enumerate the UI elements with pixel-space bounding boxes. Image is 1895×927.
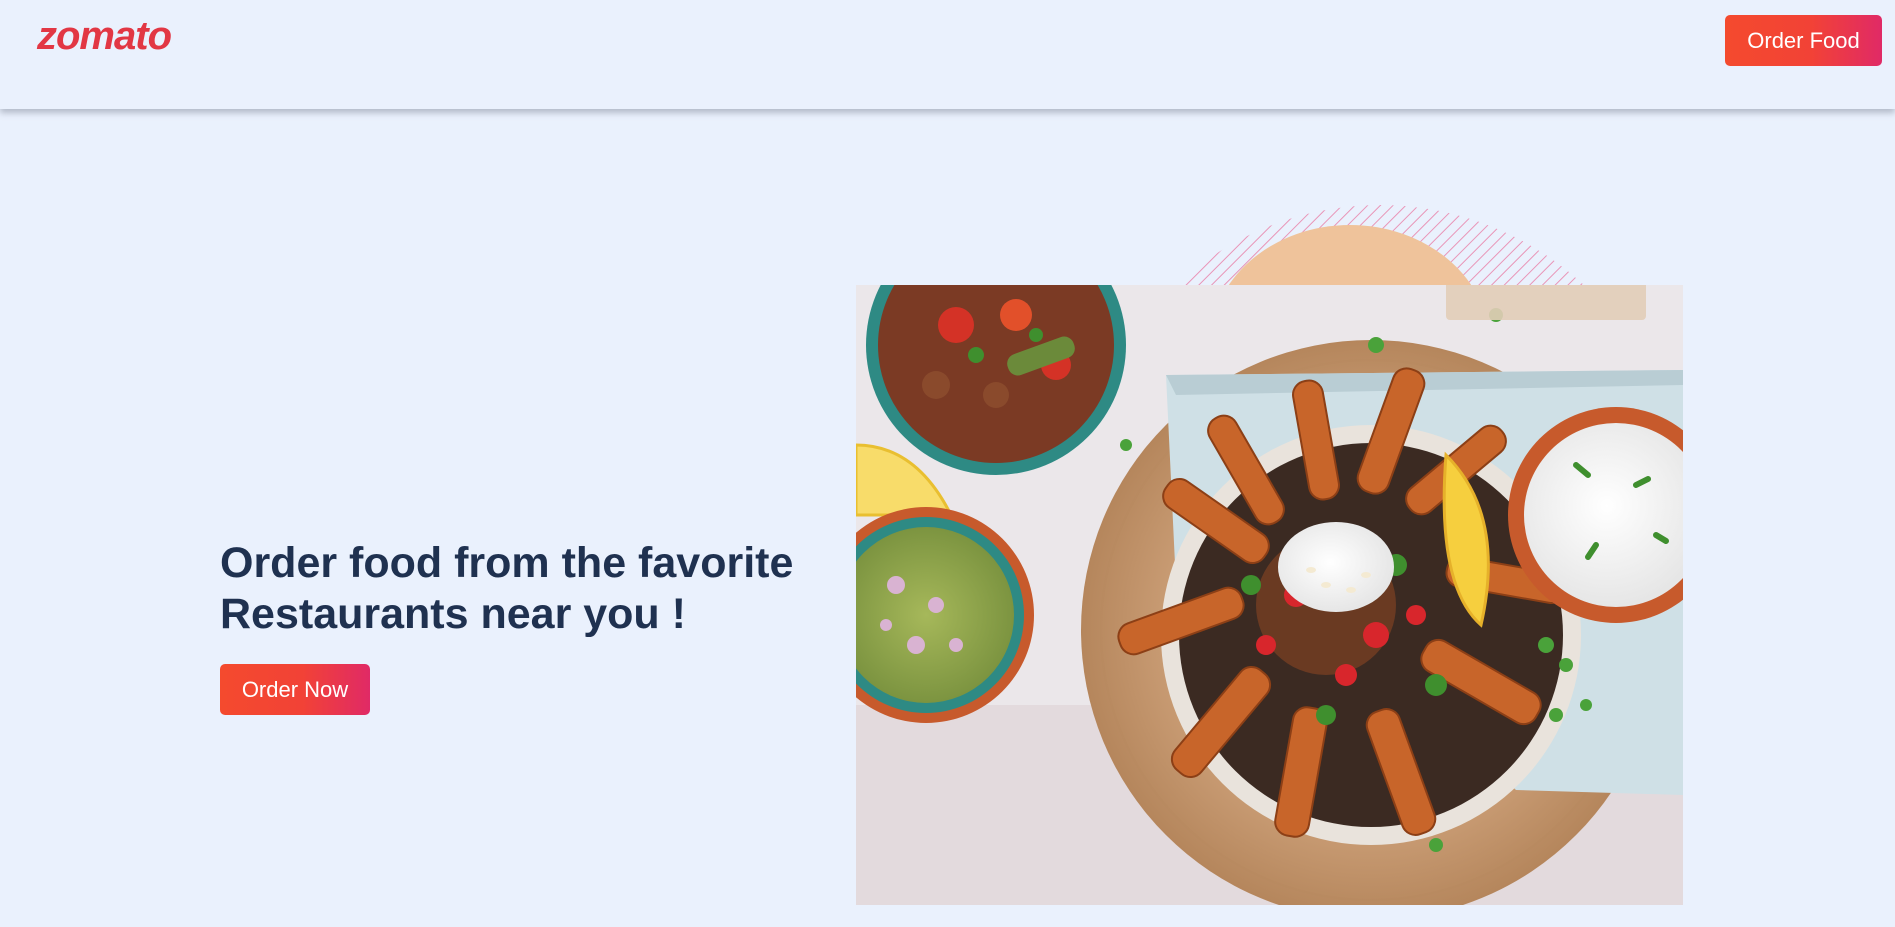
- food-photo: [856, 285, 1683, 905]
- zomato-logo[interactable]: zomato: [37, 14, 172, 59]
- order-food-button[interactable]: Order Food: [1725, 15, 1882, 66]
- hero-title: Order food from the favorite Restaurants…: [220, 538, 860, 640]
- food-photo-illustration: [856, 285, 1683, 905]
- hero-title-line-1: Order food from the favorite: [220, 539, 794, 587]
- top-navbar: zomato Order Food: [0, 0, 1895, 109]
- order-now-button[interactable]: Order Now: [220, 664, 370, 715]
- hero-title-line-2: Restaurants near you !: [220, 590, 686, 638]
